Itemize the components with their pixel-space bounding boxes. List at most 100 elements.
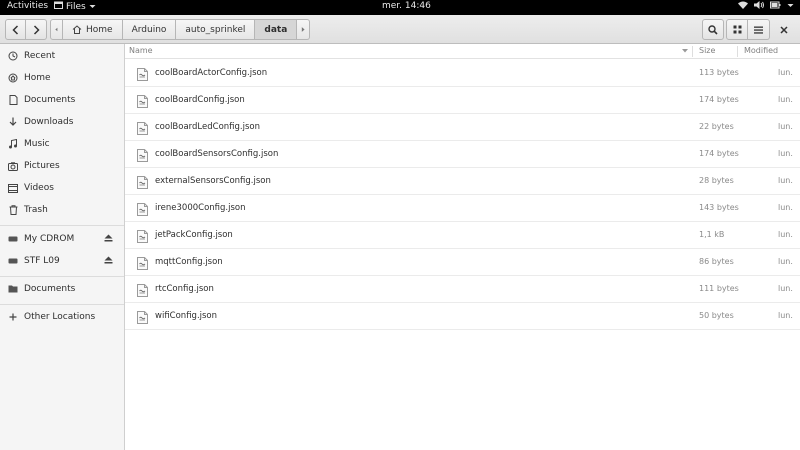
sidebar-separator bbox=[0, 225, 124, 226]
sidebar-item-stf-l09[interactable]: STF L09 bbox=[0, 251, 124, 271]
file-size: 28 bytes bbox=[699, 176, 734, 185]
column-header-size[interactable]: Size bbox=[699, 46, 715, 55]
sidebar-item-label: Other Locations bbox=[24, 312, 96, 322]
eject-icon[interactable] bbox=[104, 234, 113, 245]
app-menu[interactable]: Files bbox=[54, 1, 96, 12]
top-bar: Activities Files mer. 14:46 bbox=[0, 0, 800, 15]
file-name: jetPackConfig.json bbox=[155, 230, 233, 240]
breadcrumb-auto-sprinkel[interactable]: auto_sprinkel bbox=[176, 19, 256, 40]
activities-button[interactable]: Activities bbox=[7, 1, 48, 11]
search-button[interactable] bbox=[702, 19, 724, 40]
document-icon bbox=[8, 95, 18, 105]
download-icon bbox=[8, 117, 18, 127]
sidebar-separator bbox=[0, 276, 124, 277]
table-row[interactable]: coolBoardLedConfig.json 22 bytes lun. bbox=[125, 114, 800, 141]
search-icon bbox=[708, 24, 718, 35]
column-header-modified[interactable]: Modified bbox=[744, 46, 778, 55]
drive-icon bbox=[8, 234, 18, 244]
table-row[interactable]: coolBoardSensorsConfig.json 174 bytes lun. bbox=[125, 141, 800, 168]
path-scroll-left-button[interactable] bbox=[50, 19, 63, 40]
column-header-name[interactable]: Name bbox=[129, 46, 153, 55]
breadcrumb-label: auto_sprinkel bbox=[185, 24, 246, 35]
sidebar-item-home[interactable]: Home bbox=[0, 68, 124, 88]
menu-button[interactable] bbox=[748, 19, 770, 40]
picture-icon bbox=[8, 161, 18, 171]
table-row[interactable]: mqttConfig.json 86 bytes lun. bbox=[125, 249, 800, 276]
table-row[interactable]: externalSensorsConfig.json 28 bytes lun. bbox=[125, 168, 800, 195]
file-name: coolBoardLedConfig.json bbox=[155, 122, 260, 132]
drive-icon bbox=[8, 256, 18, 266]
file-size: 111 bytes bbox=[699, 284, 739, 293]
sidebar-item-label: Music bbox=[24, 139, 50, 149]
back-button[interactable] bbox=[5, 19, 26, 40]
music-icon bbox=[8, 139, 18, 149]
file-modified: lun. bbox=[778, 203, 793, 212]
table-row[interactable]: coolBoardConfig.json 174 bytes lun. bbox=[125, 87, 800, 114]
sidebar-item-label: Documents bbox=[24, 95, 76, 105]
column-headers: Name Size Modified bbox=[125, 44, 800, 59]
app-menu-label: Files bbox=[66, 1, 86, 12]
folder-icon bbox=[8, 284, 18, 294]
file-size: 1,1 kB bbox=[699, 230, 725, 239]
file-name: wifiConfig.json bbox=[155, 311, 218, 321]
file-size: 22 bytes bbox=[699, 122, 734, 131]
sidebar-item-label: STF L09 bbox=[24, 256, 60, 266]
text-file-icon bbox=[137, 309, 148, 328]
sidebar-item-documents-bookmark[interactable]: Documents bbox=[0, 279, 124, 299]
text-file-icon bbox=[137, 66, 148, 85]
eject-icon[interactable] bbox=[104, 256, 113, 267]
file-list: Name Size Modified coolBoardActorConfig.… bbox=[125, 44, 800, 450]
breadcrumb-data[interactable]: data bbox=[255, 19, 298, 40]
grid-icon bbox=[733, 25, 741, 34]
chevron-left-icon bbox=[12, 24, 19, 35]
file-name: rtcConfig.json bbox=[155, 284, 214, 294]
table-row[interactable]: wifiConfig.json 50 bytes lun. bbox=[125, 303, 800, 330]
header-bar: Home Arduino auto_sprinkel data bbox=[0, 15, 800, 44]
text-file-icon bbox=[137, 255, 148, 274]
wifi-icon bbox=[738, 1, 748, 9]
battery-icon bbox=[770, 1, 781, 9]
file-modified: lun. bbox=[778, 149, 793, 158]
sidebar-item-my-cdrom[interactable]: My CDROM bbox=[0, 229, 124, 249]
trash-icon bbox=[8, 205, 18, 215]
file-modified: lun. bbox=[778, 257, 793, 266]
clock[interactable]: mer. 14:46 bbox=[382, 1, 431, 11]
home-icon bbox=[8, 73, 18, 83]
sidebar-item-pictures[interactable]: Pictures bbox=[0, 156, 124, 176]
recent-icon bbox=[8, 51, 18, 61]
forward-button[interactable] bbox=[26, 19, 47, 40]
text-file-icon bbox=[137, 201, 148, 220]
sidebar-item-recent[interactable]: Recent bbox=[0, 46, 124, 66]
text-file-icon bbox=[137, 147, 148, 166]
view-toggle-button[interactable] bbox=[726, 19, 748, 40]
breadcrumb-label: Arduino bbox=[131, 24, 167, 35]
text-file-icon bbox=[137, 120, 148, 139]
files-app-icon bbox=[54, 1, 63, 12]
navigation-buttons bbox=[5, 19, 47, 40]
breadcrumb-home[interactable]: Home bbox=[63, 19, 123, 40]
file-name: mqttConfig.json bbox=[155, 257, 223, 267]
plus-icon bbox=[8, 312, 18, 322]
sidebar-item-other-locations[interactable]: Other Locations bbox=[0, 307, 124, 327]
triangle-right-icon bbox=[302, 27, 305, 32]
file-name: coolBoardConfig.json bbox=[155, 95, 245, 105]
path-scroll-right-button[interactable] bbox=[297, 19, 311, 40]
close-window-button[interactable] bbox=[773, 19, 794, 40]
sidebar-item-trash[interactable]: Trash bbox=[0, 200, 124, 220]
table-row[interactable]: coolBoardActorConfig.json 113 bytes lun. bbox=[125, 60, 800, 87]
text-file-icon bbox=[137, 228, 148, 247]
sidebar-item-videos[interactable]: Videos bbox=[0, 178, 124, 198]
table-row[interactable]: irene3000Config.json 143 bytes lun. bbox=[125, 195, 800, 222]
table-row[interactable]: rtcConfig.json 111 bytes lun. bbox=[125, 276, 800, 303]
sidebar-item-label: Downloads bbox=[24, 117, 74, 127]
text-file-icon bbox=[137, 93, 148, 112]
sidebar-item-music[interactable]: Music bbox=[0, 134, 124, 154]
sidebar-item-label: Videos bbox=[24, 183, 54, 193]
sidebar-item-documents[interactable]: Documents bbox=[0, 90, 124, 110]
system-tray[interactable] bbox=[738, 1, 794, 9]
breadcrumb-arduino[interactable]: Arduino bbox=[122, 19, 177, 40]
power-menu-icon bbox=[787, 3, 794, 8]
sidebar-item-downloads[interactable]: Downloads bbox=[0, 112, 124, 132]
table-row[interactable]: jetPackConfig.json 1,1 kB lun. bbox=[125, 222, 800, 249]
file-name: irene3000Config.json bbox=[155, 203, 246, 213]
